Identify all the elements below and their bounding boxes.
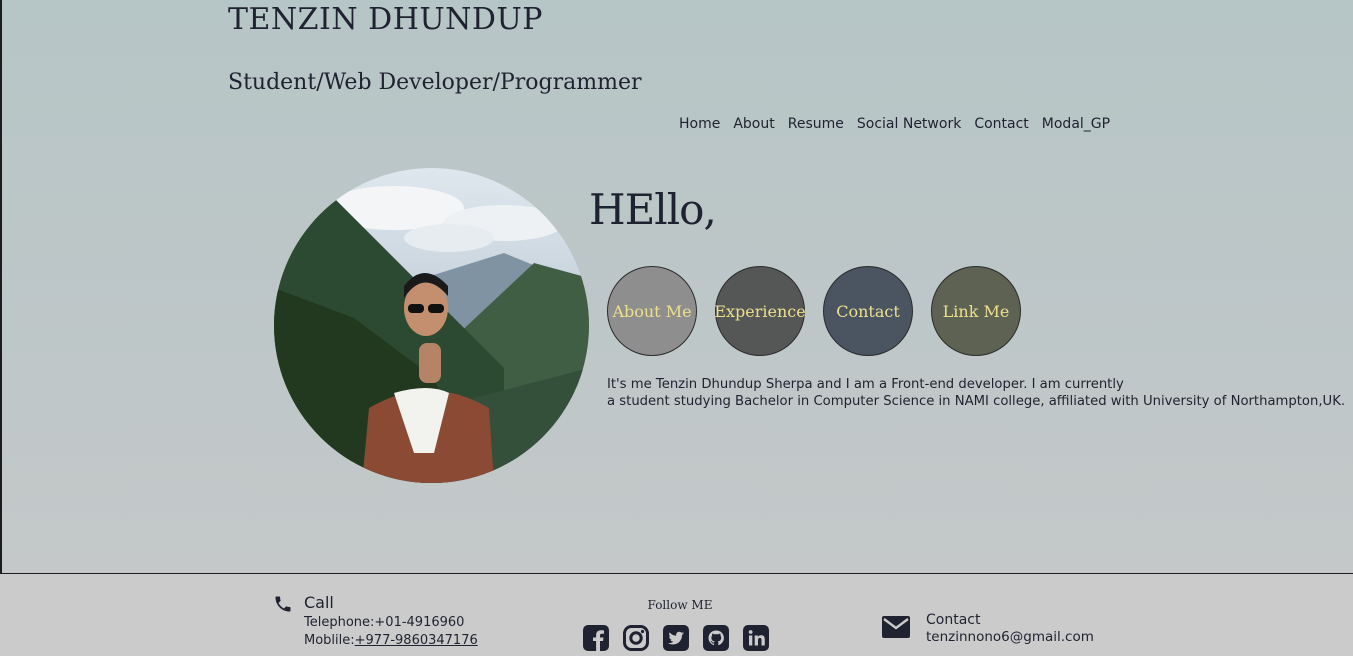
telephone-text: Telephone:+01-4916960: [304, 615, 465, 630]
github-icon[interactable]: [702, 624, 730, 652]
experience-button[interactable]: Experience: [714, 266, 806, 356]
linkedin-icon[interactable]: [742, 624, 770, 652]
main-page: TENZIN DHUNDUP Student/Web Developer/Pro…: [0, 0, 1353, 574]
nav-about[interactable]: About: [733, 116, 774, 132]
mobile-line: Moblile:+977-9860347176: [304, 633, 478, 648]
about-me-button[interactable]: About Me: [607, 266, 697, 356]
mobile-number-link[interactable]: +977-9860347176: [355, 633, 478, 648]
nav-contact[interactable]: Contact: [974, 116, 1028, 132]
follow-title: Follow ME: [647, 598, 713, 612]
mail-icon: [882, 615, 911, 643]
nav-resume[interactable]: Resume: [788, 116, 844, 132]
intro-line-1: It's me Tenzin Dhundup Sherpa and I am a…: [607, 377, 1124, 392]
main-nav: Home About Resume Social Network Contact…: [679, 116, 1110, 132]
intro-text: It's me Tenzin Dhundup Sherpa and I am a…: [607, 376, 1345, 410]
instagram-icon[interactable]: [622, 624, 650, 652]
twitter-icon[interactable]: [662, 624, 690, 652]
site-subtitle: Student/Web Developer/Programmer: [228, 70, 642, 95]
mobile-label: Moblile:: [304, 633, 355, 648]
contact-title: Contact: [926, 612, 981, 628]
hero-greeting: HEllo,: [589, 185, 717, 234]
nav-social-network[interactable]: Social Network: [857, 116, 961, 132]
profile-photo: [274, 168, 589, 483]
contact-button[interactable]: Contact: [823, 266, 913, 356]
phone-icon: [273, 594, 293, 618]
call-title: Call: [304, 593, 334, 612]
site-title: TENZIN DHUNDUP: [228, 2, 543, 37]
intro-line-2: a student studying Bachelor in Computer …: [607, 394, 1346, 409]
link-me-button[interactable]: Link Me: [931, 266, 1021, 356]
facebook-icon[interactable]: [582, 624, 610, 652]
social-icons: [582, 624, 770, 652]
nav-home[interactable]: Home: [679, 116, 720, 132]
contact-email[interactable]: tenzinnono6@gmail.com: [926, 629, 1094, 645]
nav-modal-gp[interactable]: Modal_GP: [1042, 116, 1110, 132]
